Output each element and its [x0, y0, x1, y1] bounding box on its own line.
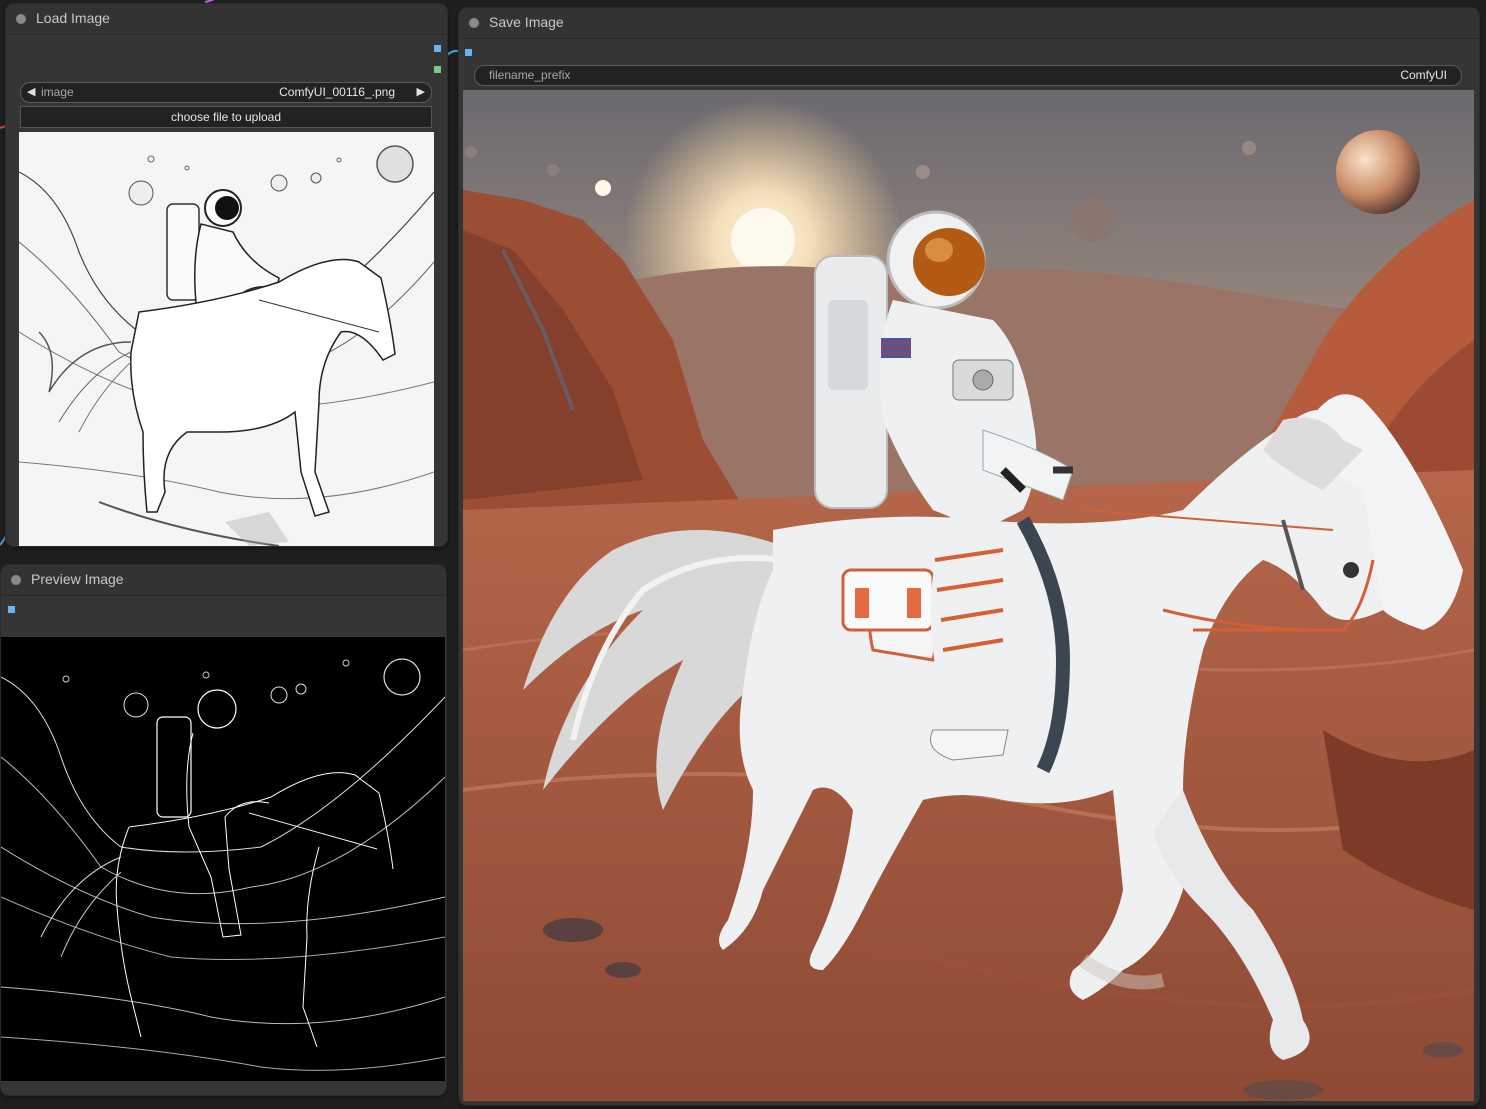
node-title: Load Image — [36, 10, 110, 26]
arrow-right-icon[interactable]: ▶ — [417, 85, 425, 98]
widget-value: ComfyUI — [1400, 68, 1447, 82]
upload-button[interactable]: choose file to upload — [20, 106, 432, 128]
widget-label: filename_prefix — [489, 68, 571, 82]
saved-image-astronaut-horse — [463, 90, 1474, 1101]
save-image-node[interactable]: Save Image filename_prefix ComfyUI — [459, 8, 1479, 1105]
load-image-title-bar[interactable]: Load Image — [6, 4, 447, 35]
widget-value: ComfyUI_00116_.png — [279, 85, 395, 99]
image-combo-widget[interactable]: ◀ image ComfyUI_00116_.png ▶ — [20, 82, 432, 103]
preview-image-title-bar[interactable]: Preview Image — [1, 565, 446, 596]
loaded-image-sketch — [19, 132, 434, 546]
preview-image-node[interactable]: Preview Image — [1, 565, 446, 1095]
node-title: Save Image — [489, 14, 564, 30]
preview-image-edges — [1, 637, 445, 1081]
load-image-node[interactable]: Load Image ◀ image ComfyUI_00116_.png ▶ … — [6, 4, 447, 546]
widget-label: image — [41, 85, 74, 99]
output-slot-mask-icon[interactable] — [434, 66, 441, 73]
input-slot-images-icon[interactable] — [465, 49, 472, 56]
output-slot-image-icon[interactable] — [434, 45, 441, 52]
save-image-title-bar[interactable]: Save Image — [459, 8, 1479, 39]
arrow-left-icon[interactable]: ◀ — [27, 85, 35, 98]
node-title: Preview Image — [31, 571, 124, 587]
collapse-dot-icon[interactable] — [16, 14, 26, 24]
collapse-dot-icon[interactable] — [469, 18, 479, 28]
filename-prefix-widget[interactable]: filename_prefix ComfyUI — [474, 65, 1462, 86]
input-slot-image-icon[interactable] — [8, 606, 15, 613]
collapse-dot-icon[interactable] — [11, 575, 21, 585]
